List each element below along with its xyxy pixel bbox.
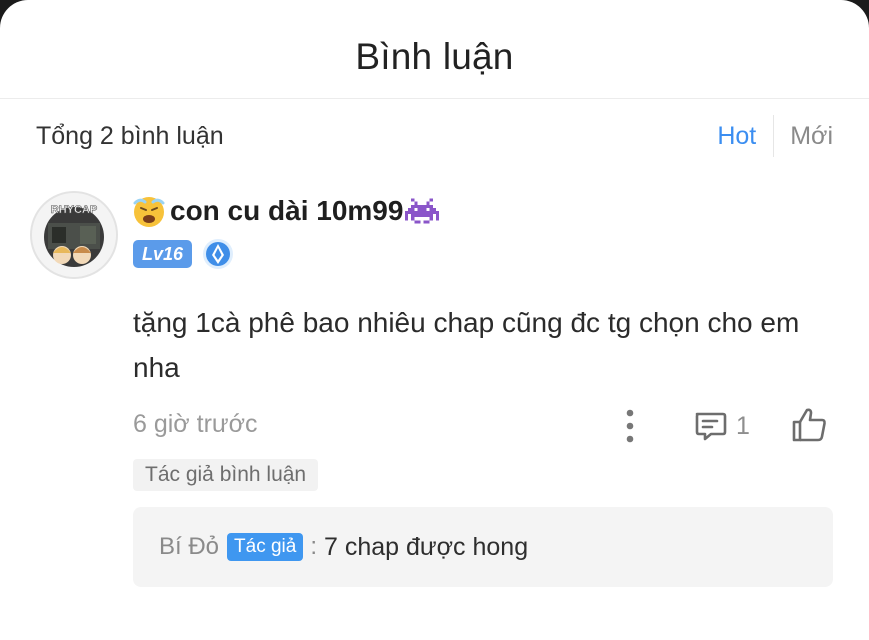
author-commented-tag: Tác giả bình luận [133,459,319,491]
space-invader-emoji-icon [405,198,440,224]
comments-sheet: Bình luận Tổng 2 bình luận Hot Mới RHYCA… [0,0,869,640]
reply-count: 1 [736,411,750,440]
reply-preview[interactable]: Bí Đỏ Tác giả : 7 chap được hong [133,507,833,587]
level-badge: Lv16 [133,240,193,268]
page-title: Bình luận [355,36,514,77]
comment-bubble-icon [695,412,727,441]
user-badges: Lv16 [133,238,234,270]
sort-tabs: Hot Mới [717,114,833,158]
author-badge: Tác giả [227,533,304,561]
comment-meta-row: 6 giờ trước 1 [133,402,831,450]
tab-hot[interactable]: Hot [717,122,773,151]
avatar-caption: RHYCAP [51,204,97,216]
more-options-icon[interactable] [619,406,641,446]
comment-username[interactable]: con cu dài 10m99 [132,192,440,230]
blue-medal-icon [203,239,234,269]
sheet-header: Bình luận [0,0,869,99]
comments-summary-row: Tổng 2 bình luận Hot Mới [36,110,833,162]
comment-timestamp: 6 giờ trước [133,410,258,438]
tired-face-emoji-icon [133,197,165,227]
reply-text: 7 chap được hong [324,532,529,561]
thumbs-up-icon[interactable] [789,405,829,445]
avatar[interactable]: RHYCAP [30,191,118,279]
avatar-image: RHYCAP [32,193,116,277]
tab-newest[interactable]: Mới [774,122,833,151]
reply-separator: : [310,533,318,560]
comment-text: tặng 1cà phê bao nhiêu chap cũng đc tg c… [133,307,800,383]
reply-author-name[interactable]: Bí Đỏ [159,533,219,561]
reply-button[interactable]: 1 [692,404,750,448]
comment-count-text: Tổng 2 bình luận [36,121,224,150]
username-text: con cu dài 10m99 [170,195,404,226]
